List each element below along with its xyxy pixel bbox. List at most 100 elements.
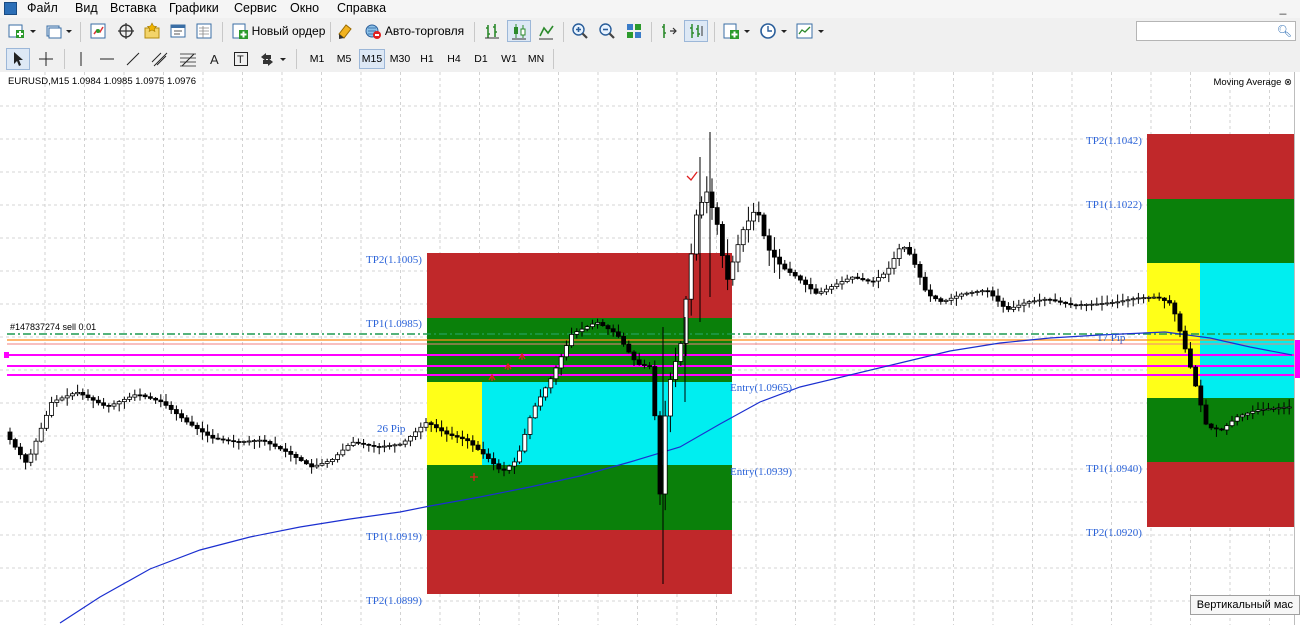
minimize-button[interactable]: _ [1274,1,1292,15]
candle-body [1006,305,1011,310]
candle-body [340,449,346,456]
zoom-out-button[interactable] [595,20,619,42]
periods-button[interactable] [758,20,792,42]
price-chart[interactable] [0,72,1300,625]
zone2-tp1-upper-box [1147,199,1294,263]
metaeditor-button[interactable] [334,20,356,42]
auto-trading-button[interactable]: Авто-торговля [360,20,468,42]
candle-body [964,292,970,295]
timeframe-h1[interactable]: H1 [415,49,439,69]
candle-body [1042,298,1048,301]
trendline-button[interactable] [122,48,144,70]
market-watch-button[interactable] [86,20,110,42]
bar-chart-button[interactable] [480,20,504,42]
timeframe-h4[interactable]: H4 [442,49,466,69]
candle-body [574,331,580,335]
new-chart-button[interactable] [6,20,40,42]
candle-body [1099,303,1105,305]
candle-body [730,261,736,280]
candle-body [548,378,554,389]
equidistant-channel-button[interactable] [148,48,172,70]
auto-scroll-button[interactable] [684,20,708,42]
data-window-button[interactable] [114,20,138,42]
timeframe-m15[interactable]: M15 [359,49,385,69]
cursor-button[interactable] [6,48,30,70]
timeframe-mn[interactable]: MN [524,49,548,69]
channel-icon [151,52,168,67]
candle-body [1058,300,1063,303]
templates-button[interactable] [794,20,828,42]
indicators-icon [723,23,750,39]
candle-body [720,223,725,256]
arrows-button[interactable] [258,48,290,70]
candle-body [220,438,226,441]
menu-charts[interactable]: Графики [167,1,221,15]
candle-body [538,396,543,407]
menu-tools[interactable]: Сервис [232,1,279,15]
candle-body [1115,301,1120,304]
menu-view[interactable]: Вид [73,1,100,15]
timeframe-m1[interactable]: M1 [305,49,329,69]
indicator-label[interactable]: Moving Average ⊗ [1213,77,1292,88]
fibonacci-button[interactable] [176,48,200,70]
vertical-line-button[interactable] [70,48,92,70]
timeframe-m30[interactable]: M30 [387,49,413,69]
profiles-button[interactable] [44,20,76,42]
candle-body [969,291,975,294]
terminal-icon [170,24,186,38]
candle-body [564,345,569,358]
candle-body [928,289,933,297]
timeframe-m5[interactable]: M5 [332,49,356,69]
menu-file[interactable]: Файл [25,1,60,15]
candle-body [688,253,694,300]
timeframe-w1[interactable]: W1 [497,49,521,69]
strategy-tester-button[interactable] [192,20,216,42]
candle-body [616,331,621,337]
crosshair-button[interactable] [34,48,58,70]
close-circle-icon[interactable]: ⊗ [1284,77,1292,88]
candle-body [309,463,315,468]
terminal-button[interactable] [166,20,190,42]
candle-body [1276,407,1282,410]
candlestick-chart-button[interactable] [507,20,531,42]
indicators-button[interactable] [720,20,756,42]
candle-body [777,256,782,265]
candle-body [886,267,892,275]
timeframe-d1[interactable]: D1 [469,49,493,69]
menu-insert[interactable]: Вставка [108,1,158,15]
candle-body [896,248,902,259]
candle-body [303,460,309,465]
menu-help[interactable]: Справка [335,1,388,15]
chart-window[interactable]: EURUSD,M15 1.0984 1.0985 1.0975 1.0976 M… [0,72,1300,625]
candle-body [184,417,190,423]
candle-body [569,334,574,347]
candle-body [1073,304,1079,307]
menu-window[interactable]: Окно [288,1,321,15]
tile-windows-button[interactable] [622,20,646,42]
candle-body [371,444,377,447]
candle-body [642,364,647,366]
candle-body [626,343,632,353]
candle-body [605,325,611,330]
candle-body [824,288,829,293]
text-button[interactable]: A [204,48,226,70]
horizontal-line-button[interactable] [96,48,118,70]
zone2-boxes [1147,134,1294,527]
candle-body [324,461,330,464]
crosshair-target-icon [118,23,134,39]
candle-body [496,463,502,470]
zone1-tp2-top-label: TP2(1.1005) [366,254,422,266]
candle-body [459,436,465,440]
new-order-button[interactable]: Новый ордер [228,20,328,42]
candle-body [808,284,814,290]
navigator-button[interactable] [140,20,164,42]
zone1-pips-label: 26 Pip [377,423,406,435]
candle-body [59,397,65,401]
candle-body [480,449,486,455]
search-input[interactable]: 🔍︎ [1136,21,1296,41]
zoom-in-button[interactable] [568,20,592,42]
line-chart-button[interactable] [534,20,558,42]
text-label-button[interactable]: T [230,48,252,70]
candle-body [1011,306,1016,310]
chart-shift-button[interactable] [657,20,681,42]
